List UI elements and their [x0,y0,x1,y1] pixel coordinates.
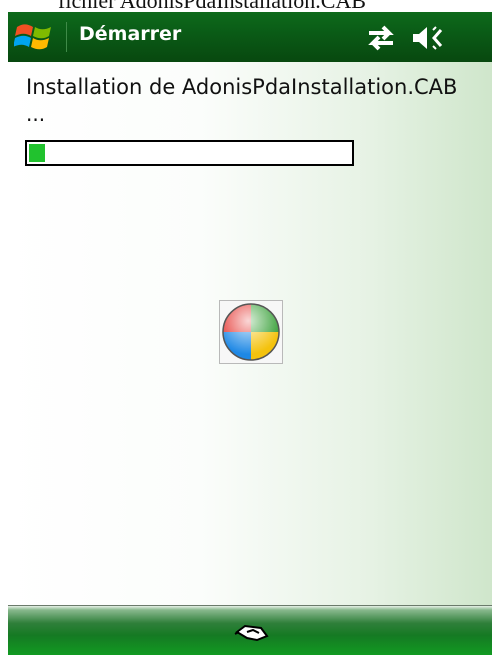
title-divider [66,22,67,52]
windows-flag-icon[interactable] [13,18,54,56]
installation-progress-bar [25,140,354,166]
main-content: Installation de AdonisPdaInstallation.CA… [8,62,492,607]
busy-wheel-icon [219,300,283,364]
window-title: fichier AdonisPdaInstallation.CAB [0,0,492,12]
volume-muted-icon[interactable] [411,24,447,52]
installation-status-text: Installation de AdonisPdaInstallation.CA… [26,75,458,99]
title-bar: Démarrer [8,12,492,62]
connectivity-icon[interactable] [365,25,397,51]
installation-status-ellipsis: ... [26,102,46,126]
sip-keyboard-icon[interactable] [233,618,271,644]
softkey-bar [8,605,492,655]
progress-fill [29,144,45,162]
start-menu-title[interactable]: Démarrer [79,23,181,45]
